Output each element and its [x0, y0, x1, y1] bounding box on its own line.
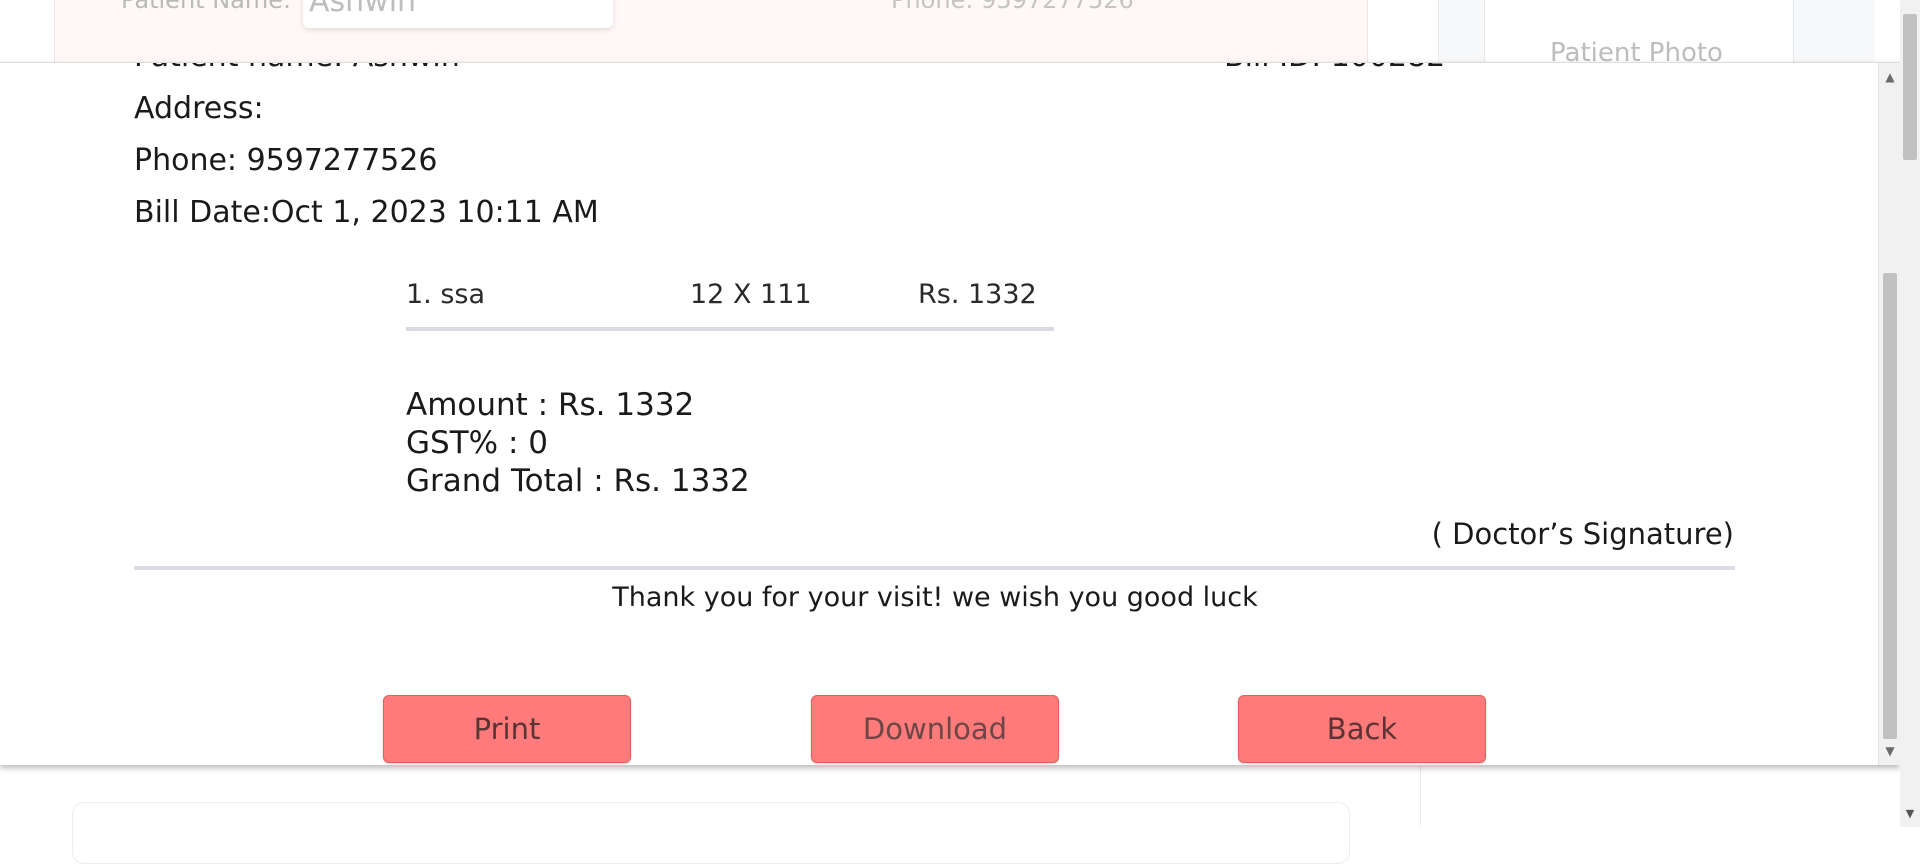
- background-divider: [1420, 764, 1421, 827]
- back-button[interactable]: Back: [1238, 695, 1486, 763]
- gst-text: GST% : 0: [406, 425, 548, 461]
- page-scroll-down-icon[interactable]: ▼: [1900, 805, 1920, 823]
- bill-modal: Patient name: Ashwin Bill ID: 100282 Add…: [0, 62, 1900, 765]
- patient-name-label: Patient Name:: [121, 0, 292, 14]
- patient-name-input-value: Ashwin: [309, 0, 417, 19]
- modal-scroll-thumb[interactable]: [1883, 273, 1897, 739]
- bill-content: Patient name: Ashwin Bill ID: 100282 Add…: [0, 63, 1880, 765]
- item-quantity: 12 X 111: [690, 279, 812, 310]
- bill-date: Bill Date:Oct 1, 2023 10:11 AM: [134, 195, 599, 230]
- patient-name-input[interactable]: Ashwin: [303, 0, 613, 28]
- modal-scrollbar[interactable]: ▲ ▼: [1878, 63, 1900, 765]
- background-bottom-card: [72, 802, 1350, 864]
- item-divider: [406, 327, 1054, 331]
- item-name: 1. ssa: [406, 279, 486, 310]
- footer-divider: [134, 566, 1735, 570]
- print-button[interactable]: Print: [383, 695, 631, 763]
- scroll-up-icon[interactable]: ▲: [1879, 67, 1900, 87]
- amount-text: Amount : Rs. 1332: [406, 387, 695, 423]
- item-price: Rs. 1332: [918, 279, 1037, 310]
- bill-phone: Phone: 9597277526: [134, 143, 438, 178]
- bill-patient-name: Patient name: Ashwin: [134, 63, 460, 74]
- background-patient-form: Patient Name: Ashwin Phone: 9597277526: [54, 0, 1368, 64]
- doctor-signature-label: ( Doctor’s Signature): [1431, 517, 1734, 551]
- grand-total-text: Grand Total : Rs. 1332: [406, 463, 750, 499]
- thank-you-message: Thank you for your visit! we wish you go…: [612, 582, 1258, 613]
- page-scrollbar[interactable]: ▼: [1900, 0, 1920, 827]
- page-scroll-thumb[interactable]: [1903, 14, 1917, 160]
- download-button[interactable]: Download: [811, 695, 1059, 763]
- bill-id: Bill ID: 100282: [1224, 63, 1445, 74]
- background-phone-text: Phone: 9597277526: [891, 0, 1134, 14]
- scroll-down-icon[interactable]: ▼: [1879, 741, 1900, 761]
- bill-address: Address:: [134, 91, 264, 126]
